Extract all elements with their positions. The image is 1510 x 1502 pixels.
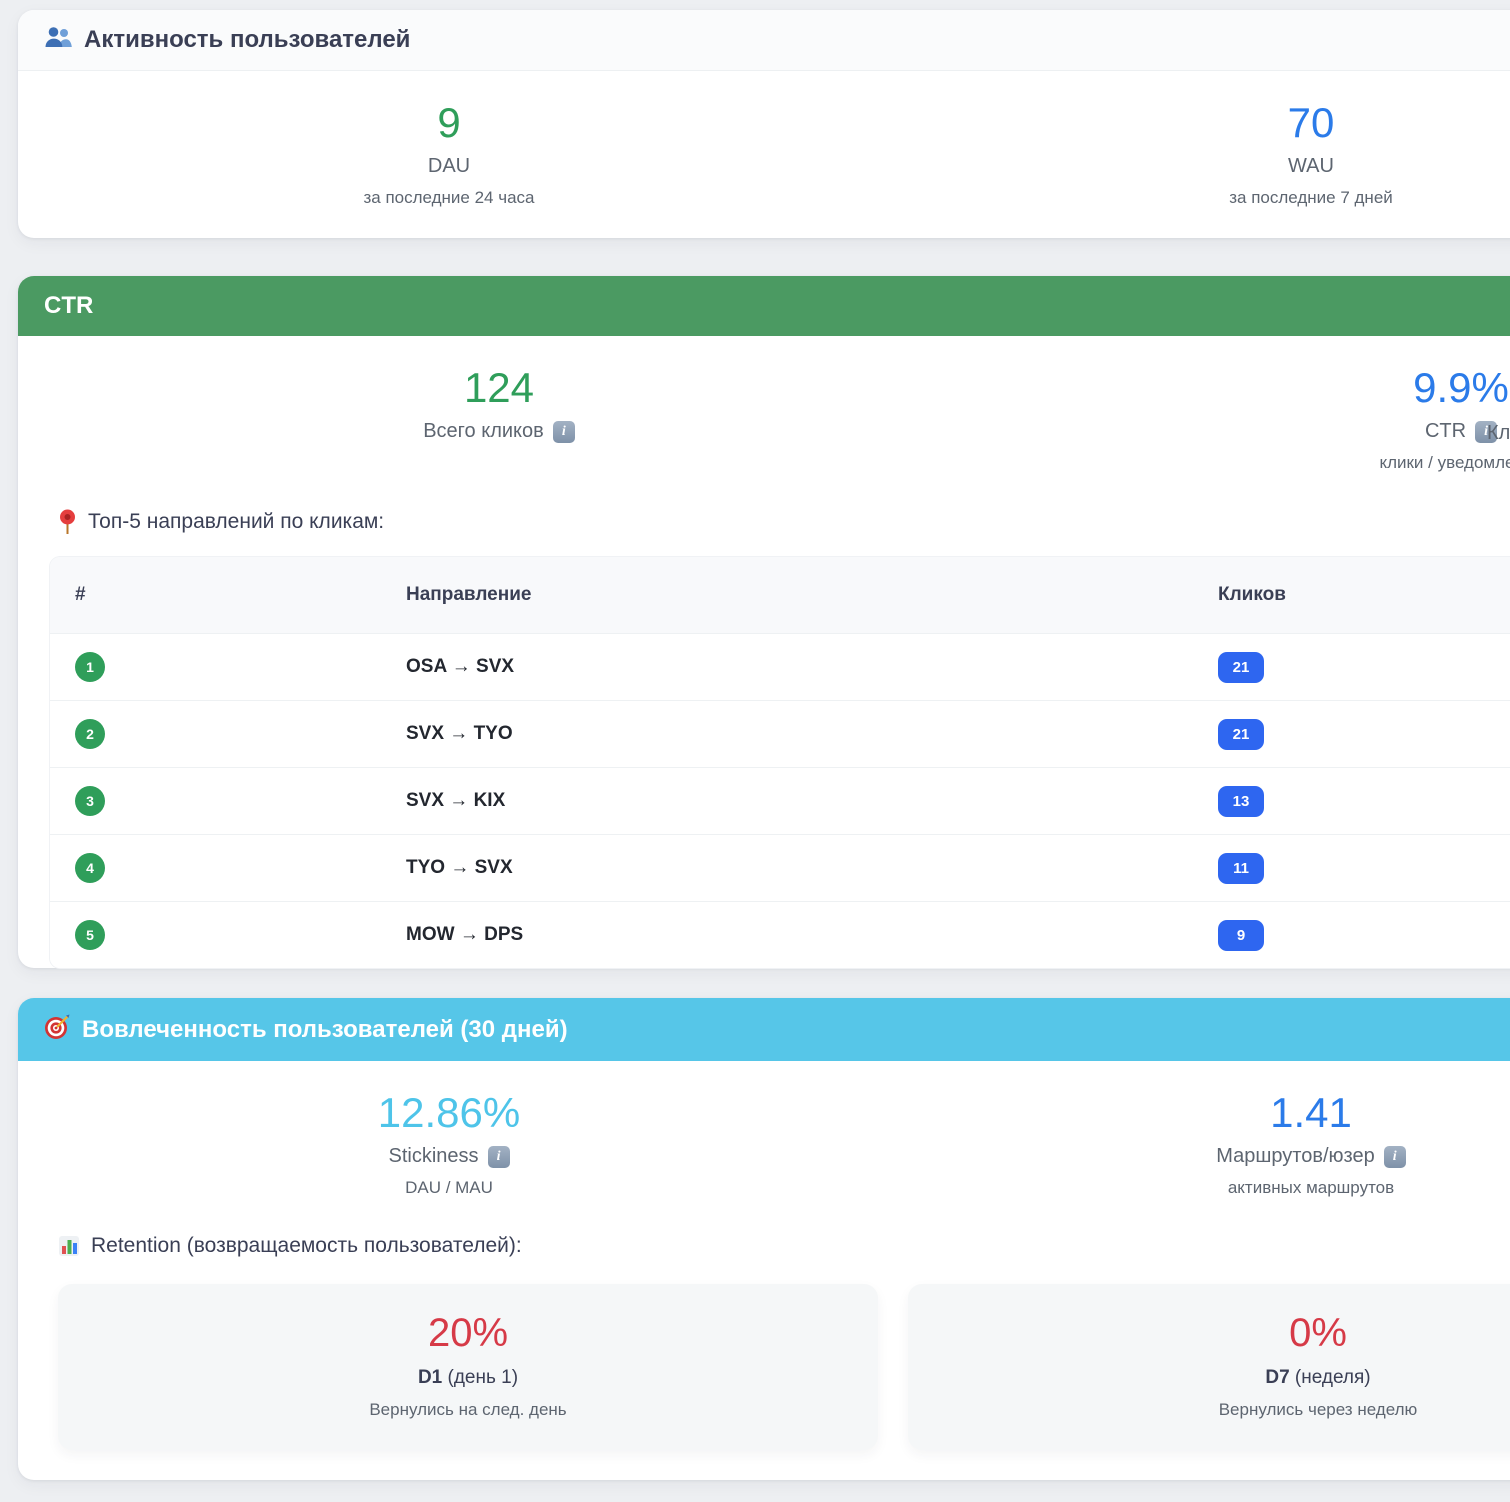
retention-d7-sublabel: Вернулись через неделю bbox=[1218, 1400, 1418, 1419]
top5-heading-text: Топ-5 направлений по кликам: bbox=[88, 510, 385, 533]
metric-dau: 9 DAU за последние 24 часа bbox=[18, 99, 880, 208]
retention-d1-box: 20% D1 (день 1) Вернулись на след. день bbox=[58, 1284, 878, 1450]
activity-card: Активность пользователей 9 DAU за послед… bbox=[18, 10, 1510, 238]
retention-d1-value: 20% bbox=[427, 1311, 509, 1355]
rank-badge: 4 bbox=[75, 853, 105, 883]
table-row: 4 TYO → SVX 11 bbox=[50, 834, 1510, 901]
total-clicks-label: Всего кликов i bbox=[18, 420, 980, 443]
ctr-card: CTR 124 Всего кликов i 9.9% CTR i клики … bbox=[18, 276, 1510, 968]
route-label: OSA → SVX bbox=[406, 656, 515, 677]
target-icon bbox=[44, 1014, 70, 1045]
retention-d7-label: D7 (неделя) bbox=[908, 1367, 1510, 1389]
route-label: MOW → DPS bbox=[406, 924, 524, 945]
clipped-metric-label: Кл bbox=[1487, 422, 1510, 444]
pin-icon bbox=[58, 509, 77, 535]
total-clicks-value: 124 bbox=[463, 364, 535, 411]
metric-routes-per-user: 1.41 Маршрутов/юзер i активных маршрутов bbox=[880, 1089, 1510, 1198]
retention-d1-desc: (день 1) bbox=[442, 1367, 519, 1388]
col-header-clicks: Кликов bbox=[1218, 584, 1286, 605]
wau-sublabel: за последние 7 дней bbox=[1229, 188, 1393, 207]
col-header-rank: # bbox=[75, 584, 86, 605]
retention-d1-label: D1 (день 1) bbox=[58, 1367, 878, 1389]
clicks-badge: 13 bbox=[1218, 785, 1264, 817]
info-icon[interactable]: i bbox=[552, 420, 575, 443]
wau-value: 70 bbox=[1287, 99, 1335, 146]
clicks-badge: 11 bbox=[1218, 852, 1264, 884]
retention-boxes: 20% D1 (день 1) Вернулись на след. день … bbox=[18, 1258, 1510, 1480]
dau-value: 9 bbox=[437, 99, 461, 146]
metric-total-clicks: 124 Всего кликов i bbox=[18, 364, 980, 473]
retention-d7-value: 0% bbox=[1289, 1311, 1347, 1355]
routes-per-user-sublabel: активных маршрутов bbox=[1227, 1178, 1395, 1197]
metric-stickiness: 12.86% Stickiness i DAU / MAU bbox=[18, 1089, 880, 1198]
clicks-badge: 9 bbox=[1218, 919, 1264, 951]
rank-badge: 1 bbox=[75, 652, 105, 682]
routes-per-user-value: 1.41 bbox=[1270, 1089, 1352, 1136]
ctr-value: 9.9% bbox=[1413, 364, 1509, 411]
total-clicks-label-text: Всего кликов bbox=[423, 420, 544, 442]
activity-card-header: Активность пользователей bbox=[18, 10, 1510, 71]
dau-label: DAU bbox=[427, 155, 471, 177]
activity-card-title: Активность пользователей bbox=[84, 26, 411, 53]
ctr-card-title: CTR bbox=[44, 292, 94, 319]
info-icon[interactable]: i bbox=[1383, 1145, 1406, 1168]
ctr-label: CTR i bbox=[980, 420, 1510, 443]
retention-heading: Retention (возвращаемость пользователей)… bbox=[18, 1234, 1510, 1258]
engagement-card-header: Вовлеченность пользователей (30 дней) bbox=[18, 998, 1510, 1061]
clicks-badge: 21 bbox=[1218, 718, 1264, 750]
col-header-route: Направление bbox=[406, 584, 532, 605]
table-row: 1 OSA → SVX 21 bbox=[50, 633, 1510, 700]
rank-badge: 5 bbox=[75, 920, 105, 950]
table-row: 3 SVX → KIX 13 bbox=[50, 767, 1510, 834]
analytics-dashboard: Активность пользователей 9 DAU за послед… bbox=[0, 0, 1510, 1502]
bar-chart-icon bbox=[58, 1235, 80, 1257]
engagement-card-title: Вовлеченность пользователей (30 дней) bbox=[82, 1015, 568, 1043]
stickiness-value: 12.86% bbox=[377, 1089, 521, 1136]
dau-sublabel: за последние 24 часа bbox=[363, 188, 535, 207]
retention-d7-box: 0% D7 (неделя) Вернулись через неделю bbox=[908, 1284, 1510, 1450]
route-label: SVX → TYO bbox=[406, 723, 513, 744]
ctr-metrics: 124 Всего кликов i 9.9% CTR i клики / ув… bbox=[18, 336, 1510, 503]
routes-per-user-label-text: Маршрутов/юзер bbox=[1216, 1145, 1375, 1167]
metric-ctr: 9.9% CTR i клики / уведомления bbox=[980, 364, 1510, 473]
engagement-card: Вовлеченность пользователей (30 дней) 12… bbox=[18, 998, 1510, 1480]
ctr-card-header: CTR bbox=[18, 276, 1510, 336]
retention-d1-code: D1 bbox=[417, 1367, 443, 1388]
users-icon bbox=[44, 26, 72, 54]
stickiness-label: Stickiness i bbox=[18, 1145, 880, 1168]
stickiness-label-text: Stickiness bbox=[388, 1145, 479, 1167]
ctr-label-text: CTR bbox=[1424, 420, 1467, 442]
top5-table: # Направление Кликов 1 OSA → SVX 21 2 SV… bbox=[50, 557, 1510, 968]
retention-d7-code: D7 bbox=[1265, 1367, 1290, 1388]
ctr-sublabel: клики / уведомления bbox=[1379, 453, 1510, 472]
retention-d1-sublabel: Вернулись на след. день bbox=[369, 1400, 567, 1419]
table-header-row: # Направление Кликов bbox=[50, 557, 1510, 633]
top5-heading: Топ-5 направлений по кликам: bbox=[18, 509, 1510, 535]
table-row: 5 MOW → DPS 9 bbox=[50, 901, 1510, 968]
route-label: TYO → SVX bbox=[406, 857, 513, 878]
engagement-metrics: 12.86% Stickiness i DAU / MAU 1.41 Маршр… bbox=[18, 1061, 1510, 1228]
retention-d7-desc: (неделя) bbox=[1289, 1367, 1371, 1388]
wau-label: WAU bbox=[1288, 155, 1334, 177]
activity-metrics: 9 DAU за последние 24 часа 70 WAU за пос… bbox=[18, 71, 1510, 238]
rank-badge: 3 bbox=[75, 786, 105, 816]
routes-per-user-label: Маршрутов/юзер i bbox=[880, 1145, 1510, 1168]
route-label: SVX → KIX bbox=[406, 790, 506, 811]
stickiness-sublabel: DAU / MAU bbox=[405, 1178, 493, 1197]
rank-badge: 2 bbox=[75, 719, 105, 749]
table-row: 2 SVX → TYO 21 bbox=[50, 700, 1510, 767]
clicks-badge: 21 bbox=[1218, 651, 1264, 683]
retention-heading-text: Retention (возвращаемость пользователей)… bbox=[91, 1234, 522, 1257]
metric-wau: 70 WAU за последние 7 дней bbox=[880, 99, 1510, 208]
info-icon[interactable]: i bbox=[487, 1145, 510, 1168]
